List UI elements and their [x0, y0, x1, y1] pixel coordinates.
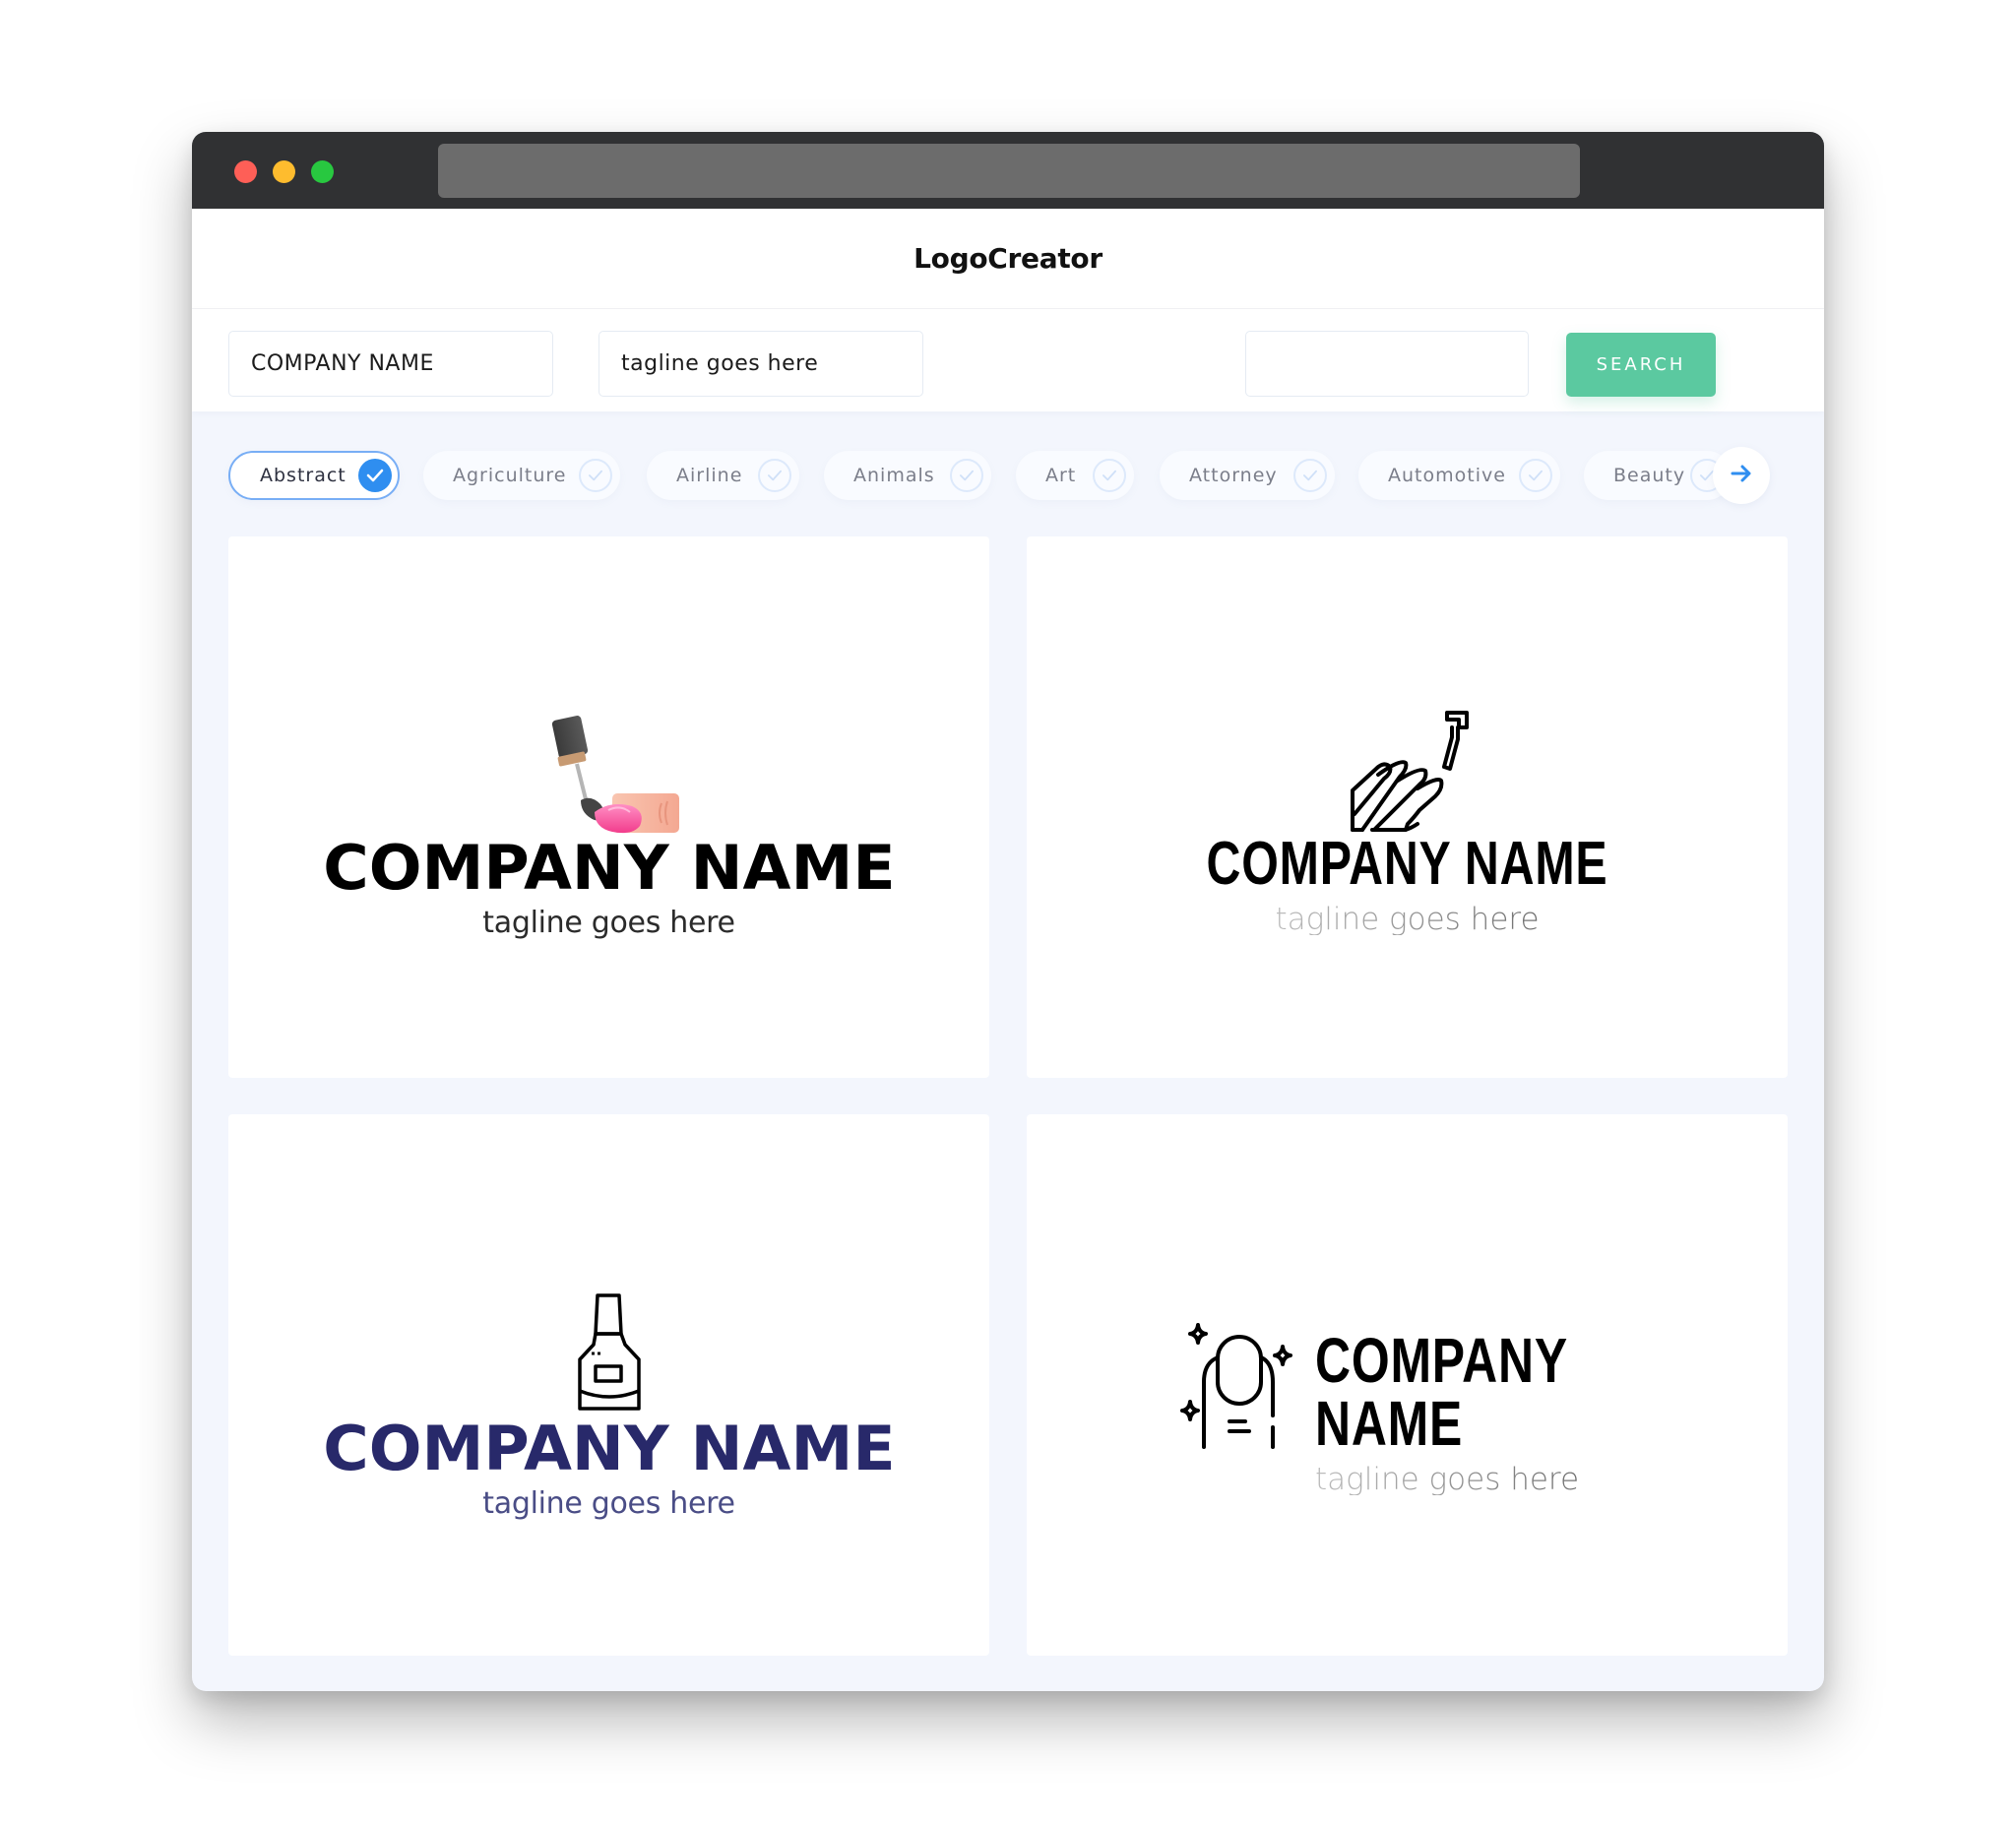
tagline-input[interactable]: tagline goes here [598, 331, 923, 397]
category-label: Animals [853, 465, 935, 486]
category-chip-animals[interactable]: Animals [824, 451, 991, 500]
category-chip-airline[interactable]: Airline [647, 451, 799, 500]
search-button[interactable]: SEARCH [1566, 333, 1716, 397]
nail-polish-bottle-icon [574, 1292, 645, 1418]
logo-card[interactable]: COMPANY NAME tagline goes here [228, 1114, 989, 1656]
category-label: Agriculture [453, 465, 567, 486]
checkmark-icon [1293, 459, 1327, 492]
checkmark-icon [358, 459, 392, 492]
logo-card[interactable]: COMPANY NAME tagline goes here [1027, 1114, 1788, 1656]
maximize-window-button[interactable] [311, 160, 334, 183]
keyword-input[interactable] [1245, 331, 1529, 397]
category-label: Art [1045, 465, 1077, 486]
checkmark-icon [950, 459, 983, 492]
browser-titlebar [192, 132, 1824, 209]
nail-polish-brush-icon [551, 710, 679, 836]
category-filter-bar: Abstract Agriculture Airline Animals Art [228, 451, 1770, 500]
arrow-right-icon [1731, 465, 1752, 486]
logo-company-name: COMPANY NAME [322, 1413, 896, 1484]
search-bar: COMPANY NAME tagline goes here SEARCH [192, 309, 1824, 411]
logo-tagline: tagline goes here [1315, 1462, 1580, 1497]
manicure-hand-icon [1349, 708, 1477, 834]
app-header: LogoCreator [192, 209, 1824, 309]
next-categories-button[interactable] [1713, 447, 1770, 504]
logo-card[interactable]: COMPANY NAME tagline goes here [228, 536, 989, 1078]
browser-window: LogoCreator COMPANY NAME tagline goes he… [192, 132, 1824, 1691]
sparkling-nail-icon [1174, 1321, 1297, 1449]
logo-tagline: tagline goes here [1275, 902, 1540, 937]
category-label: Beauty [1613, 465, 1686, 486]
logo-tagline: tagline goes here [482, 906, 735, 940]
minimize-window-button[interactable] [273, 160, 295, 183]
company-name-input[interactable]: COMPANY NAME [228, 331, 553, 397]
logo-card[interactable]: COMPANY NAME tagline goes here [1027, 536, 1788, 1078]
logo-company-name: COMPANY NAME [1206, 830, 1608, 898]
logo-company-name: COMPANY NAME [1315, 1325, 1568, 1459]
checkmark-icon [1093, 459, 1126, 492]
category-label: Abstract [260, 465, 346, 486]
category-chip-automotive[interactable]: Automotive [1358, 451, 1560, 500]
category-label: Attorney [1189, 465, 1278, 486]
category-label: Airline [676, 465, 743, 486]
category-label: Automotive [1388, 465, 1506, 486]
logo-company-name: COMPANY NAME [322, 832, 896, 904]
checkmark-icon [1519, 459, 1552, 492]
logo-tagline: tagline goes here [482, 1486, 735, 1521]
category-chip-beauty[interactable]: Beauty [1584, 451, 1732, 500]
checkmark-icon [579, 459, 612, 492]
category-chip-attorney[interactable]: Attorney [1160, 451, 1335, 500]
address-bar[interactable] [438, 144, 1580, 198]
close-window-button[interactable] [234, 160, 257, 183]
category-chip-agriculture[interactable]: Agriculture [423, 451, 620, 500]
category-chip-abstract[interactable]: Abstract [228, 451, 400, 500]
app-title[interactable]: LogoCreator [914, 242, 1102, 275]
checkmark-icon [758, 459, 791, 492]
category-chip-art[interactable]: Art [1016, 451, 1134, 500]
